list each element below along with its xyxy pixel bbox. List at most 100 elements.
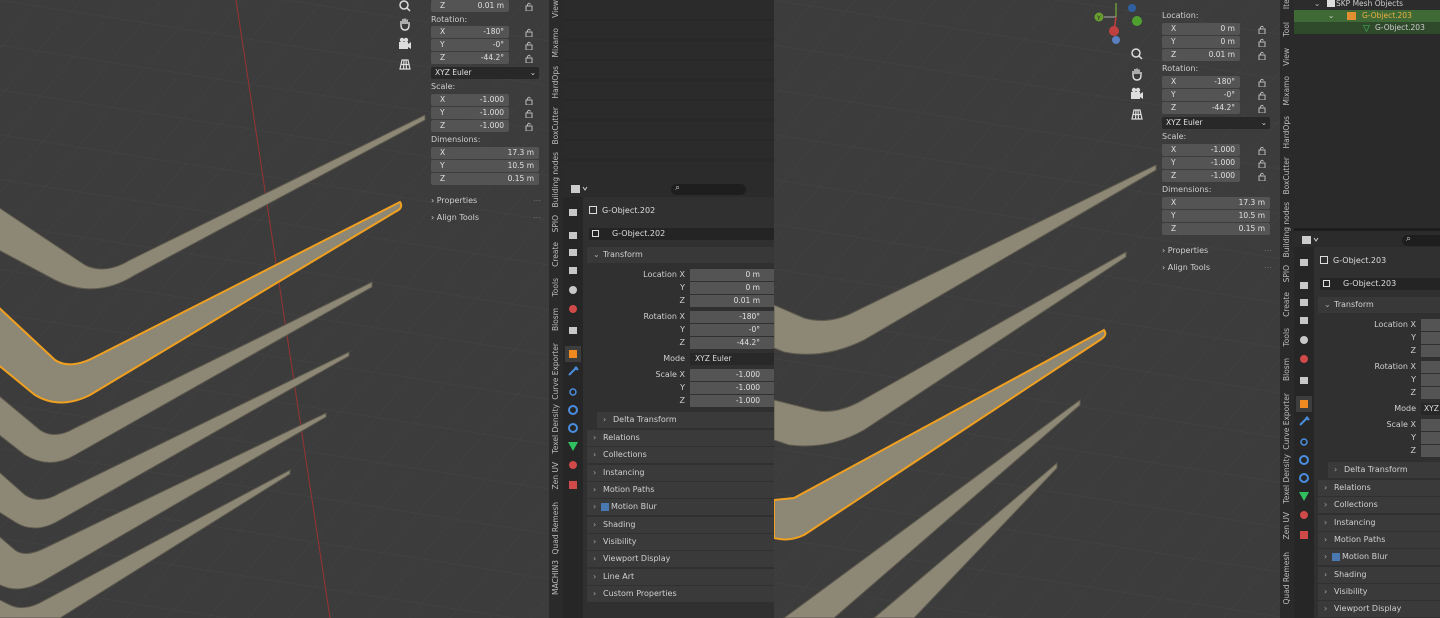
instancing-panel[interactable]: › Instancing <box>587 465 774 481</box>
tab-texel-density[interactable]: Texel Density <box>551 404 560 454</box>
rotation-y-field[interactable]: -0° <box>690 324 774 336</box>
tab-texel-density[interactable]: Texel Density <box>1282 454 1291 504</box>
rotation-x-field[interactable] <box>1421 361 1440 373</box>
visibility-panel[interactable]: › Visibility <box>1318 584 1440 600</box>
rotation-x-field[interactable]: X -180° <box>1162 76 1240 88</box>
editor-type-icon[interactable] <box>1302 235 1320 245</box>
editor-type-icon[interactable] <box>571 184 589 194</box>
tab-item[interactable]: Item <box>1282 0 1291 9</box>
zoom-icon[interactable] <box>1130 48 1144 60</box>
navigation-gizmo[interactable]: Y <box>1090 0 1148 45</box>
rotation-mode-select[interactable]: XYZ Euler ⌄ <box>431 67 539 79</box>
rotation-y-field[interactable] <box>1421 374 1440 386</box>
visibility-panel[interactable]: › Visibility <box>587 534 774 550</box>
motion-paths-panel[interactable]: › Motion Paths <box>587 482 774 498</box>
tab-spio[interactable]: SPIO <box>551 215 560 232</box>
lock-icon[interactable] <box>525 41 534 50</box>
lock-icon[interactable] <box>1258 172 1267 181</box>
location-y-field[interactable]: Y0 m <box>1162 36 1240 48</box>
custom-properties-panel[interactable]: › Custom Properties <box>587 586 774 602</box>
dimensions-z-field[interactable]: Z 0.15 m <box>1162 223 1270 235</box>
zoom-icon[interactable] <box>398 0 412 12</box>
outliner-object-row[interactable]: ⌄ G-Object.203 <box>1294 10 1440 22</box>
outliner-mesh-row[interactable]: ▽ G-Object.203 <box>1294 22 1440 34</box>
right-viewport[interactable]: Y Location: X0 m Y0 m Z 0.01 m Rotation: … <box>774 0 1280 618</box>
rotation-x-field[interactable]: -180° <box>690 311 774 323</box>
location-y-field[interactable] <box>1421 332 1440 344</box>
rotation-y-field[interactable]: Y -0° <box>1162 89 1240 101</box>
rotation-mode-select[interactable]: XYZ <box>1421 403 1440 415</box>
collections-panel[interactable]: › Collections <box>587 447 774 463</box>
tab-boxcutter[interactable]: BoxCutter <box>551 107 560 145</box>
lock-icon[interactable] <box>1258 78 1267 87</box>
scale-y-field[interactable]: -1.000 <box>690 382 774 394</box>
grid-view-icon[interactable] <box>398 57 412 71</box>
tab-curve-exporter[interactable]: Curve Exporter <box>551 343 560 400</box>
align-tools-subpanel[interactable]: › Align Tools ⋯ <box>1162 263 1272 272</box>
transform-panel-header[interactable]: ⌄ Transform <box>587 247 774 263</box>
lock-icon[interactable] <box>1258 159 1267 168</box>
tab-blosm[interactable]: Blosm <box>1282 358 1291 381</box>
line-art-panel[interactable]: › Line Art <box>587 569 774 585</box>
scale-y-field[interactable]: Y -1.000 <box>431 107 509 119</box>
tab-blosm[interactable]: Blosm <box>551 308 560 331</box>
scale-y-field[interactable]: Y -1.000 <box>1162 157 1240 169</box>
dimensions-x-field[interactable]: X 17.3 m <box>1162 197 1270 209</box>
tab-building-nodes[interactable]: Building nodes <box>1282 202 1291 257</box>
location-x-field[interactable] <box>1421 319 1440 331</box>
motion-blur-checkbox[interactable] <box>1332 553 1340 561</box>
tab-zen-uv[interactable]: Zen UV <box>1282 512 1291 540</box>
camera-icon[interactable] <box>398 37 412 51</box>
search-input[interactable]: ⌕ <box>671 183 746 195</box>
motion-blur-panel[interactable]: › Motion Blur <box>587 499 774 515</box>
object-datablock-field[interactable]: G-Object.203 <box>1320 278 1440 290</box>
location-x-field[interactable]: X0 m <box>1162 23 1240 35</box>
scale-z-field[interactable] <box>1421 445 1440 457</box>
outliner-collection-row[interactable]: ⌄ SKP Mesh Objects <box>1294 0 1440 10</box>
rotation-x-field[interactable]: X -180° <box>431 26 509 38</box>
location-z-field[interactable]: Z 0.01 m <box>431 0 509 12</box>
rotation-z-field[interactable]: Z -44.2° <box>431 52 509 64</box>
delta-transform-panel[interactable]: › Delta Transform <box>597 412 774 428</box>
lock-icon[interactable] <box>1258 38 1267 47</box>
properties-subpanel[interactable]: › Properties ⋯ <box>1162 246 1272 255</box>
properties-tab-icons[interactable] <box>563 197 583 517</box>
lock-icon[interactable] <box>525 2 534 11</box>
camera-icon[interactable] <box>1130 87 1144 101</box>
viewport-display-panel[interactable]: › Viewport Display <box>1318 601 1440 617</box>
align-tools-subpanel[interactable]: › Align Tools ⋯ <box>431 213 541 222</box>
motion-blur-panel[interactable]: › Motion Blur <box>1318 549 1440 565</box>
tab-quad-remesh[interactable]: Quad Remesh <box>551 502 560 554</box>
shading-panel[interactable]: › Shading <box>587 517 774 533</box>
lock-icon[interactable] <box>1258 91 1267 100</box>
instancing-panel[interactable]: › Instancing <box>1318 515 1440 531</box>
tab-boxcutter[interactable]: BoxCutter <box>1282 157 1291 195</box>
tab-view[interactable]: View <box>1282 48 1291 66</box>
delta-transform-panel[interactable]: › Delta Transform <box>1328 462 1440 478</box>
scale-z-field[interactable]: Z -1.000 <box>1162 170 1240 182</box>
object-datablock-field[interactable]: G-Object.202 <box>589 228 774 240</box>
rotation-y-field[interactable]: Y -0° <box>431 39 509 51</box>
rotation-mode-select[interactable]: XYZ Euler ⌄ <box>1162 117 1270 129</box>
rotation-z-field[interactable]: -44.2° <box>690 337 774 349</box>
tab-mixamo[interactable]: Mixamo <box>1282 76 1291 105</box>
motion-paths-panel[interactable]: › Motion Paths <box>1318 532 1440 548</box>
tab-mixamo[interactable]: Mixamo <box>551 28 560 57</box>
tab-hardops[interactable]: HardOps <box>551 66 560 99</box>
properties-tab-icons[interactable] <box>1294 247 1314 567</box>
tab-tools[interactable]: Tools <box>551 278 560 296</box>
scale-x-field[interactable]: X -1.000 <box>431 94 509 106</box>
rotation-z-field[interactable]: Z -44.2° <box>1162 102 1240 114</box>
tab-tool[interactable]: Tool <box>1282 22 1291 37</box>
scale-x-field[interactable]: X -1.000 <box>1162 144 1240 156</box>
location-x-field[interactable]: 0 m <box>690 269 774 281</box>
dimensions-y-field[interactable]: Y 10.5 m <box>431 160 539 172</box>
motion-blur-checkbox[interactable] <box>601 503 609 511</box>
lock-icon[interactable] <box>1258 51 1267 60</box>
lock-icon[interactable] <box>1258 104 1267 113</box>
location-y-field[interactable]: 0 m <box>690 282 774 294</box>
scale-y-field[interactable] <box>1421 432 1440 444</box>
location-z-field[interactable] <box>1421 345 1440 357</box>
dimensions-z-field[interactable]: Z 0.15 m <box>431 173 539 185</box>
dimensions-y-field[interactable]: Y 10.5 m <box>1162 210 1270 222</box>
